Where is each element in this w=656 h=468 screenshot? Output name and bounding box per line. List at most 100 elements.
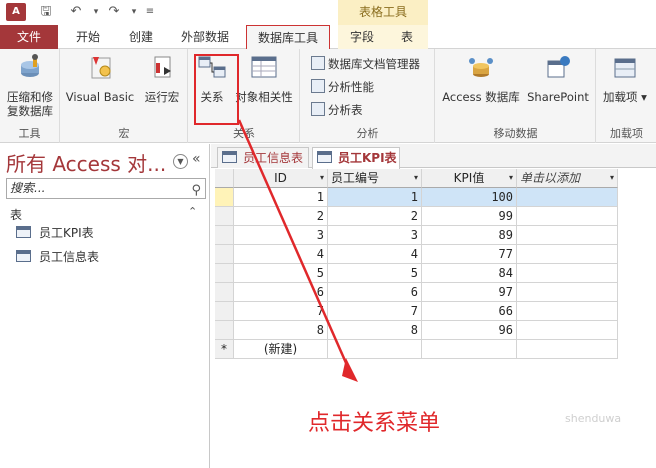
- chevron-down-icon[interactable]: ▾: [320, 169, 324, 187]
- new-record-label[interactable]: (新建): [234, 340, 328, 359]
- ribbon-tab-row: 文件 开始 创建 外部数据 数据库工具 字段 表: [0, 25, 656, 50]
- object-dependencies-icon: [251, 56, 277, 78]
- visual-basic-label: Visual Basic: [65, 90, 135, 104]
- tab-home[interactable]: 开始: [64, 25, 112, 49]
- nav-item-info-table[interactable]: 员工信息表: [16, 247, 99, 267]
- table-cell-kpi[interactable]: 66: [422, 302, 517, 321]
- row-selector[interactable]: [215, 188, 234, 207]
- table-cell-kpi[interactable]: 89: [422, 226, 517, 245]
- tab-file[interactable]: 文件: [0, 25, 58, 49]
- chevron-down-icon[interactable]: ▾: [509, 169, 513, 187]
- table-icon: [16, 250, 31, 262]
- access-database-button[interactable]: Access 数据库: [440, 53, 522, 104]
- undo-dropdown-icon[interactable]: ▾: [86, 3, 106, 21]
- nav-item-label: 员工KPI表: [39, 226, 94, 240]
- column-header-emp-no[interactable]: 员工编号 ▾: [328, 169, 422, 188]
- table-cell[interactable]: [517, 226, 618, 245]
- doc-tab-kpi-table[interactable]: 员工KPI表: [312, 147, 400, 169]
- table-cell-emp-no[interactable]: 1: [328, 188, 422, 207]
- row-selector[interactable]: [215, 264, 234, 283]
- table-cell-id[interactable]: 5: [234, 264, 328, 283]
- collapse-pane-icon[interactable]: «: [192, 151, 201, 167]
- table-cell-id[interactable]: 3: [234, 226, 328, 245]
- table-cell-emp-no[interactable]: 6: [328, 283, 422, 302]
- database-documenter-button[interactable]: 数据库文档管理器: [311, 55, 420, 73]
- analyze-table-button[interactable]: 分析表: [311, 101, 363, 119]
- compact-repair-label-2: 复数据库: [7, 104, 53, 118]
- collapse-section-icon[interactable]: ⌃: [188, 205, 197, 218]
- table-cell-kpi[interactable]: 100: [422, 188, 517, 207]
- undo-icon[interactable]: ↶: [66, 3, 86, 21]
- group-label-relationships: 关系: [233, 127, 255, 140]
- table-cell[interactable]: [517, 283, 618, 302]
- search-icon[interactable]: ⚲: [191, 181, 201, 200]
- row-selector[interactable]: [215, 226, 234, 245]
- tab-database-tools[interactable]: 数据库工具: [246, 25, 330, 50]
- table-cell-id[interactable]: 7: [234, 302, 328, 321]
- nav-item-kpi-table[interactable]: 员工KPI表: [16, 223, 94, 243]
- table-cell-id[interactable]: 8: [234, 321, 328, 340]
- table-icon: [222, 151, 237, 163]
- column-header-kpi[interactable]: KPI值 ▾: [422, 169, 517, 188]
- table-cell-id[interactable]: 4: [234, 245, 328, 264]
- object-dependencies-button[interactable]: 对象相关性: [232, 53, 296, 104]
- table-cell-emp-no[interactable]: 7: [328, 302, 422, 321]
- table-cell-emp-no[interactable]: 8: [328, 321, 422, 340]
- table-cell-kpi[interactable]: 84: [422, 264, 517, 283]
- table-cell-id[interactable]: 1: [234, 188, 328, 207]
- table-cell[interactable]: [517, 302, 618, 321]
- compact-repair-button[interactable]: 压缩和修 复数据库: [3, 53, 57, 118]
- table-cell-emp-no[interactable]: 4: [328, 245, 422, 264]
- addins-button[interactable]: 加载项 ▾: [600, 53, 650, 104]
- table-cell-emp-no[interactable]: 5: [328, 264, 422, 283]
- row-selector[interactable]: [215, 245, 234, 264]
- doc-tab-info-table[interactable]: 员工信息表: [217, 147, 309, 168]
- row-selector[interactable]: [215, 321, 234, 340]
- analyze-performance-label: 分析性能: [328, 80, 374, 94]
- access-database-icon: [469, 58, 493, 77]
- tab-external-data[interactable]: 外部数据: [172, 25, 238, 49]
- nav-pane-title[interactable]: 所有 Access 对...: [6, 148, 166, 177]
- row-selector[interactable]: [215, 283, 234, 302]
- table-cell-kpi[interactable]: 97: [422, 283, 517, 302]
- column-header-click-to-add[interactable]: 单击以添加 ▾: [517, 169, 618, 188]
- table-cell[interactable]: [328, 340, 422, 359]
- group-label-macro: 宏: [118, 127, 130, 140]
- nav-menu-dropdown-icon[interactable]: ▼: [173, 154, 188, 169]
- column-header-id[interactable]: ID ▾: [234, 169, 328, 188]
- table-cell[interactable]: [517, 321, 618, 340]
- table-cell-kpi[interactable]: 96: [422, 321, 517, 340]
- row-selector[interactable]: [215, 302, 234, 321]
- table-cell[interactable]: [517, 264, 618, 283]
- table-cell-kpi[interactable]: 77: [422, 245, 517, 264]
- sharepoint-button[interactable]: SharePoint: [524, 53, 592, 104]
- table-cell-id[interactable]: 6: [234, 283, 328, 302]
- chevron-down-icon[interactable]: ▾: [414, 169, 418, 187]
- visual-basic-button[interactable]: Visual Basic: [65, 53, 135, 104]
- table-cell-emp-no[interactable]: 3: [328, 226, 422, 245]
- row-selector[interactable]: [215, 207, 234, 226]
- nav-section-tables[interactable]: 表: [10, 206, 22, 223]
- analyze-performance-button[interactable]: 分析性能: [311, 78, 374, 96]
- table-cell-emp-no[interactable]: 2: [328, 207, 422, 226]
- run-macro-button[interactable]: 运行宏: [141, 53, 183, 104]
- table-cell-id[interactable]: 2: [234, 207, 328, 226]
- save-icon[interactable]: 🖫: [36, 3, 56, 21]
- select-all-corner[interactable]: [215, 169, 234, 188]
- customize-qat-icon[interactable]: ≡: [140, 3, 160, 21]
- table-cell[interactable]: [517, 245, 618, 264]
- nav-search-input[interactable]: 搜索... ⚲: [6, 178, 206, 199]
- access-app-icon[interactable]: A: [6, 3, 26, 21]
- table-cell[interactable]: [517, 188, 618, 207]
- tab-table[interactable]: 表: [386, 25, 428, 49]
- table-cell[interactable]: [517, 340, 618, 359]
- table-cell-kpi[interactable]: 99: [422, 207, 517, 226]
- table-cell[interactable]: [422, 340, 517, 359]
- addins-label: 加载项 ▾: [603, 90, 647, 104]
- chevron-down-icon[interactable]: ▾: [610, 169, 614, 187]
- table-cell[interactable]: [517, 207, 618, 226]
- tab-fields[interactable]: 字段: [338, 25, 386, 49]
- redo-icon[interactable]: ↷: [104, 3, 124, 21]
- tab-create[interactable]: 创建: [118, 25, 164, 49]
- document-tabs: 员工信息表 员工KPI表: [211, 144, 656, 169]
